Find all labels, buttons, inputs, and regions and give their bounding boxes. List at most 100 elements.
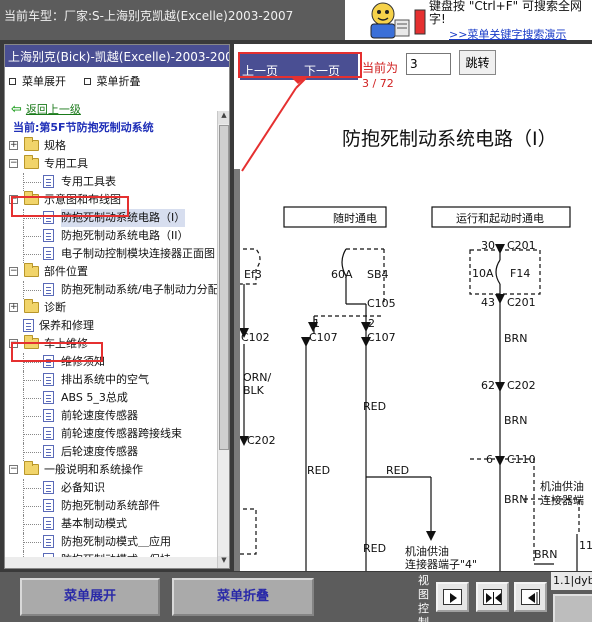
view-control-label: 视图控制 xyxy=(418,574,429,622)
tree-item[interactable]: − 一般说明和系统操作 xyxy=(5,461,229,479)
panel-title: 上海别克(Bick)-凯越(Excelle)-2003-2006 xyxy=(5,45,229,67)
tree-item[interactable]: 后轮速度传感器 xyxy=(5,443,229,461)
tree-horizontal-scrollbar[interactable] xyxy=(5,557,217,568)
collapse-icon[interactable]: − xyxy=(9,465,18,474)
tree-item[interactable]: − 专用工具 xyxy=(5,155,229,173)
expand-icon[interactable]: + xyxy=(9,141,18,150)
tree-connector xyxy=(23,443,24,461)
folder-icon xyxy=(24,299,39,313)
tree-item[interactable]: 排出系统中的空气 xyxy=(5,371,229,389)
tree-item[interactable]: 前轮速度传感器跨接线束 xyxy=(5,425,229,443)
tree-item-label: 防抱死制动系统部件 xyxy=(61,499,160,512)
folder-icon xyxy=(24,263,39,277)
back-link-label: 返回上一级 xyxy=(25,103,81,116)
menu-tree-panel: 上海别克(Bick)-凯越(Excelle)-2003-2006 菜单展开 菜单… xyxy=(4,44,230,569)
document-icon xyxy=(43,481,54,494)
tree-item[interactable]: 防抱死制动模式＿应用 xyxy=(5,533,229,551)
tree-connector xyxy=(23,533,24,551)
expand-icon[interactable]: + xyxy=(9,303,18,312)
tree-item[interactable]: 专用工具表 xyxy=(5,173,229,191)
diag-label-5: C107 xyxy=(309,331,338,344)
menu-collapse-button[interactable]: 菜单折叠 xyxy=(172,578,314,616)
folder-icon xyxy=(24,137,39,151)
tree-connector xyxy=(23,227,24,245)
search-demo-link[interactable]: >>菜单关键字搜索演示 xyxy=(449,26,566,42)
bottom-toolbar: 菜单展开 菜单折叠 视图控制 1.1|dyb xyxy=(0,572,592,622)
viewer-scrollbar[interactable] xyxy=(234,169,240,571)
view-prev-button[interactable] xyxy=(514,582,547,612)
diag-label-3: C105 xyxy=(367,297,396,310)
tree-item[interactable]: 防抱死制动系统部件 xyxy=(5,497,229,515)
scroll-down-icon[interactable]: ▼ xyxy=(218,556,229,568)
tree-item[interactable]: 保养和修理 xyxy=(5,317,229,335)
scroll-up-icon[interactable]: ▲ xyxy=(218,111,229,124)
diag-label-0: Ef3 xyxy=(244,268,262,281)
document-icon xyxy=(43,373,54,386)
diag-label-22: BRN xyxy=(504,332,527,345)
collapse-all-button[interactable]: 菜单折叠 xyxy=(83,73,141,89)
diag-label-9: ORN/ xyxy=(243,371,272,384)
tree-item-label: 电子制动控制模块连接器正面图 xyxy=(61,247,215,260)
corner-button[interactable] xyxy=(553,594,592,622)
promo-banner: 键盘按 "Ctrl+F" 可搜索全网 字! >>菜单关键字搜索演示 xyxy=(345,0,592,42)
expand-all-button[interactable]: 菜单展开 xyxy=(9,73,66,89)
view-split-button[interactable] xyxy=(476,582,509,612)
scroll-thumb[interactable] xyxy=(219,125,229,450)
document-icon xyxy=(43,517,54,530)
diag-label-10: BLK xyxy=(243,384,265,397)
tree-item-label: 专用工具表 xyxy=(61,175,116,188)
tree-item[interactable]: 防抱死制动系统/电子制动力分配 xyxy=(5,281,229,299)
tree-connector xyxy=(23,452,41,453)
tree-connector xyxy=(23,371,24,389)
tree-connector xyxy=(23,425,24,443)
view-next-button[interactable] xyxy=(436,582,469,612)
diag-label-17: C201 xyxy=(507,239,536,252)
tree-connector xyxy=(23,488,41,489)
tree-item[interactable]: ABS 5_3总成 xyxy=(5,389,229,407)
tree-item[interactable]: 电子制动控制模块连接器正面图 xyxy=(5,245,229,263)
diag-label-11: RED xyxy=(363,400,386,413)
document-viewer: 随时通电 运行和起动时通电 Ef3 60A SB4 C105 C102 C107… xyxy=(234,44,592,571)
document-icon xyxy=(43,409,54,422)
tree-item-label: ABS 5_3总成 xyxy=(61,391,128,404)
zoom-readout: 1.1|dyb xyxy=(551,572,592,590)
document-icon xyxy=(43,229,54,242)
back-link[interactable]: ⇦ 返回上一级 xyxy=(5,89,229,119)
page-navigation: 上一页 下一页 当前为 跳转 3 / 72 xyxy=(234,44,592,90)
tree-item[interactable]: + 诊断 xyxy=(5,299,229,317)
tree-connector xyxy=(23,506,41,507)
diag-label-1: 60A xyxy=(331,268,353,281)
menu-expand-button[interactable]: 菜单展开 xyxy=(20,578,160,616)
document-icon xyxy=(43,175,54,188)
box-right-label: 运行和起动时通电 xyxy=(456,212,544,225)
tree-connector xyxy=(23,290,41,291)
tree-item-label: 一般说明和系统操作 xyxy=(44,463,143,476)
tree-item-label: 基本制动模式 xyxy=(61,517,127,530)
tree-item[interactable]: − 部件位置 xyxy=(5,263,229,281)
diag-label-7: 1 xyxy=(313,317,320,330)
diag-label-21: C201 xyxy=(507,296,536,309)
tree-item[interactable]: 基本制动模式 xyxy=(5,515,229,533)
tree-item[interactable]: 防抱死制动系统电路（II） xyxy=(5,227,229,245)
tree-connector xyxy=(23,173,24,191)
vehicle-info-bar: 当前车型：厂家:S-上海别克凯越(Excelle)2003-2007 xyxy=(0,0,345,40)
collapse-icon[interactable]: − xyxy=(9,267,18,276)
tree-item-label: 专用工具 xyxy=(44,157,88,170)
tree-connector xyxy=(23,524,41,525)
document-icon xyxy=(23,319,34,332)
diag-label-31: 连接器端子"4" xyxy=(405,558,477,571)
tree-connector xyxy=(23,542,41,543)
tree-item-label: 前轮速度传感器跨接线束 xyxy=(61,427,182,440)
jump-button[interactable]: 跳转 xyxy=(459,50,496,75)
tree-item-label: 必备知识 xyxy=(61,481,105,494)
collapse-icon[interactable]: − xyxy=(9,159,18,168)
tree-item[interactable]: + 规格 xyxy=(5,137,229,155)
tree-item[interactable]: 前轮速度传感器 xyxy=(5,407,229,425)
tree-item[interactable]: 必备知识 xyxy=(5,479,229,497)
document-icon xyxy=(43,283,54,296)
tree-connector xyxy=(23,218,41,219)
tree-vertical-scrollbar[interactable]: ▲ ▼ xyxy=(217,111,229,568)
vehicle-text: 当前车型：厂家:S-上海别克凯越(Excelle)2003-2007 xyxy=(4,9,294,23)
page-number-input[interactable] xyxy=(406,53,451,75)
tree-item-label: 防抱死制动系统电路（II） xyxy=(61,229,189,242)
